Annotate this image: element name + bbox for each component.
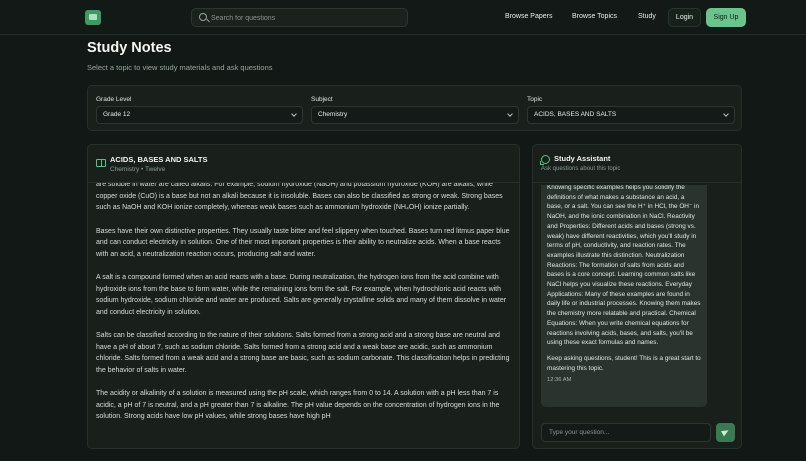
message-text: Knowing specific examples helps you soli… [547, 185, 701, 347]
grade-label: Grade Level [96, 96, 132, 103]
notes-body[interactable]: are soluble in water are called alkalis.… [96, 183, 514, 445]
search-input[interactable] [211, 10, 401, 26]
logo-icon[interactable] [85, 10, 101, 25]
question-input[interactable] [541, 423, 711, 442]
assistant-header: Study Assistant Ask questions about this… [533, 145, 741, 183]
topic-value: ACIDS, BASES AND SALTS [534, 111, 617, 118]
send-button[interactable] [716, 423, 735, 442]
topic-label: Topic [527, 96, 543, 103]
notes-paragraph: Salts can be classified according to the… [96, 332, 510, 374]
chat-messages[interactable]: Knowing specific examples helps you soli… [541, 185, 707, 409]
chevron-down-icon [723, 111, 729, 117]
login-button[interactable]: Login [668, 8, 701, 27]
search-box[interactable] [191, 8, 408, 27]
top-nav: Browse Papers Browse Topics Study Login … [0, 0, 806, 35]
nav-browse-topics[interactable]: Browse Topics [572, 13, 617, 20]
notes-paragraph: A salt is a compound formed when an acid… [96, 274, 507, 316]
topic-select[interactable]: ACIDS, BASES AND SALTS [527, 106, 735, 124]
page-title: Study Notes [87, 40, 172, 56]
message-time: 12:36 AM [547, 377, 572, 384]
signup-button[interactable]: Sign Up [706, 8, 746, 27]
book-icon [96, 159, 106, 167]
subject-value: Chemistry [318, 111, 348, 118]
search-icon [199, 13, 207, 21]
subject-select[interactable]: Chemistry [311, 106, 519, 124]
grade-value: Grade 12 [103, 111, 131, 118]
send-icon [720, 427, 731, 437]
notes-paragraph: The acidity or alkalinity of a solution … [96, 390, 500, 420]
notes-subtitle: Chemistry • Twelve [110, 166, 166, 173]
subject-label: Subject [311, 96, 333, 103]
assistant-title: Study Assistant [554, 154, 611, 163]
filter-panel: Grade Level Grade 12 Subject Chemistry T… [87, 85, 742, 131]
notes-paragraph: are soluble in water are called alkalis.… [96, 183, 503, 211]
notes-title: ACIDS, BASES AND SALTS [110, 155, 208, 164]
assistant-panel: Study Assistant Ask questions about this… [532, 144, 742, 449]
nav-browse-papers[interactable]: Browse Papers [505, 13, 552, 20]
message-text: Keep asking questions, student! This is … [547, 354, 701, 372]
assistant-message: Knowing specific examples helps you soli… [541, 185, 707, 407]
notes-content: are soluble in water are called alkalis.… [96, 183, 514, 435]
chevron-down-icon [507, 111, 513, 117]
page-subtitle: Select a topic to view study materials a… [87, 63, 273, 72]
assistant-subtitle: Ask questions about this topic [541, 166, 621, 172]
chevron-down-icon [291, 111, 297, 117]
grade-select[interactable]: Grade 12 [96, 106, 303, 124]
notes-header: ACIDS, BASES AND SALTS Chemistry • Twelv… [88, 145, 519, 183]
notes-paragraph: Bases have their own distinctive propert… [96, 227, 510, 258]
notes-panel: ACIDS, BASES AND SALTS Chemistry • Twelv… [87, 144, 520, 449]
nav-study[interactable]: Study [638, 13, 656, 20]
chat-icon [540, 155, 550, 165]
